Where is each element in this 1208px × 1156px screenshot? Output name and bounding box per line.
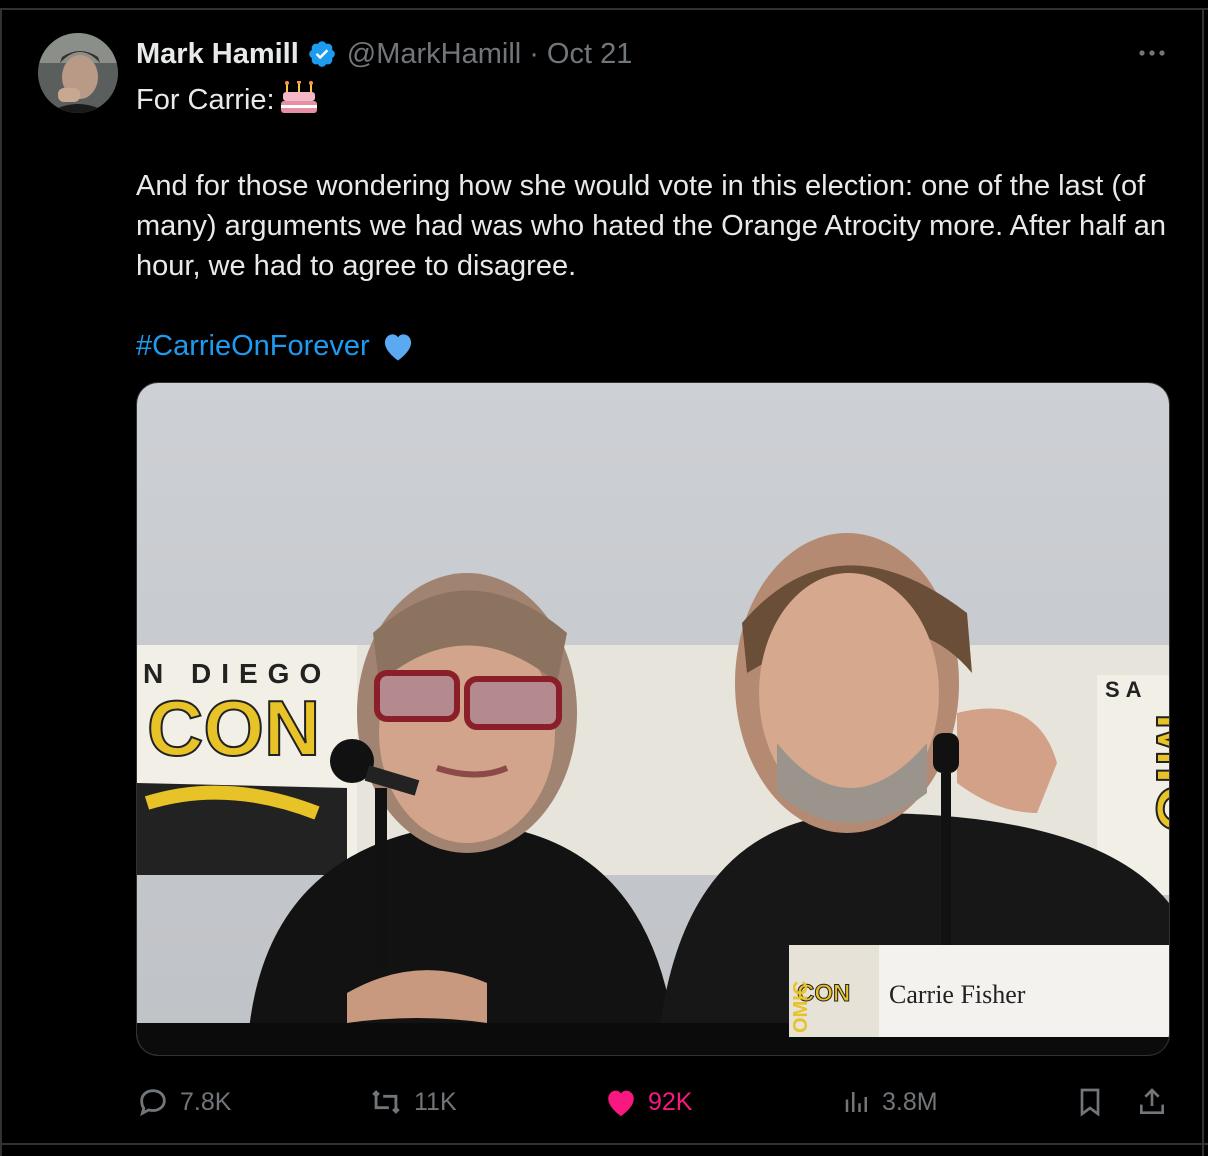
tweet-line-1: For Carrie: xyxy=(136,84,275,116)
views-button[interactable]: 3.8M xyxy=(842,1082,938,1122)
tweet-actions: 7.8K 11K 92K 3.8M xyxy=(136,1082,1176,1122)
nameplate-side-text: OMIC xyxy=(790,981,812,1033)
frame-right-border xyxy=(1202,8,1204,1156)
blue-heart-emoji xyxy=(380,330,416,373)
author-avatar[interactable] xyxy=(38,33,118,113)
banner-text-3: SA xyxy=(1105,677,1148,702)
repost-count: 11K xyxy=(414,1087,457,1116)
banner-text-4: MIC xyxy=(1143,713,1169,830)
reply-button[interactable]: 7.8K xyxy=(136,1082,231,1122)
tweet-header: Mark Hamill @MarkHamill · Oct 21 xyxy=(136,34,632,74)
views-icon xyxy=(845,1092,867,1112)
frame-left-border xyxy=(0,8,2,1156)
tweet-line-2: And for those wondering how she would vo… xyxy=(136,170,1167,282)
tweet-text: For Carrie: And for those wondering how … xyxy=(136,80,1176,373)
header-separator: · xyxy=(529,37,539,70)
author-handle[interactable]: @MarkHamill xyxy=(347,38,521,71)
more-icon[interactable] xyxy=(1134,38,1170,68)
reply-count: 7.8K xyxy=(180,1087,232,1116)
birthday-cake-emoji xyxy=(280,80,317,126)
author-name[interactable]: Mark Hamill xyxy=(136,38,299,71)
hashtag-link[interactable]: #CarrieOnForever xyxy=(136,330,370,362)
repost-icon xyxy=(372,1090,400,1114)
frame-top-border xyxy=(0,8,1208,10)
view-count: 3.8M xyxy=(882,1087,938,1116)
frame-bottom-border xyxy=(0,1143,1208,1145)
nameplate-text: Carrie Fisher xyxy=(889,980,1026,1009)
share-icon xyxy=(1140,1088,1164,1114)
like-icon xyxy=(608,1090,634,1117)
banner-text-2: CON xyxy=(147,684,320,772)
bookmark-button[interactable] xyxy=(1074,1082,1116,1122)
like-button[interactable]: 92K xyxy=(604,1082,692,1122)
bookmark-icon xyxy=(1080,1088,1100,1117)
repost-button[interactable]: 11K xyxy=(368,1082,457,1122)
verified-badge-icon xyxy=(307,39,337,69)
tweet-date[interactable]: Oct 21 xyxy=(547,38,632,71)
tweet-photo[interactable]: N DIEGO CON SA MIC CON OMIC Carrie Fishe… xyxy=(136,382,1170,1056)
share-button[interactable] xyxy=(1136,1082,1178,1122)
reply-icon xyxy=(140,1089,166,1117)
like-count: 92K xyxy=(648,1087,693,1116)
